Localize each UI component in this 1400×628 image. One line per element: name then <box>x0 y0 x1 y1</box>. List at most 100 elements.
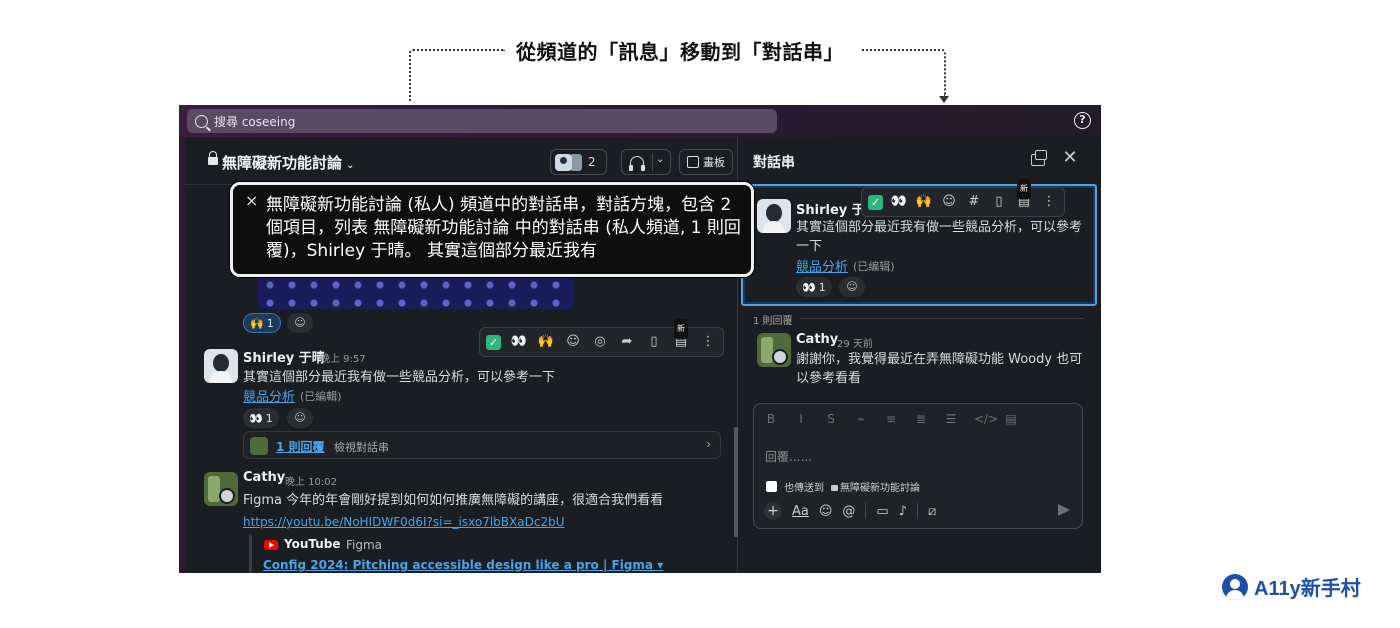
annotation-connector-left <box>409 49 505 102</box>
help-icon[interactable]: ? <box>1074 112 1091 129</box>
hashtag-forward-icon[interactable]: # <box>965 193 983 211</box>
also-send-label: 也傳送到 <box>784 483 824 494</box>
edited-label: (已编辑) <box>853 260 895 273</box>
new-badge: 新 <box>674 319 688 339</box>
eyes-icon: 👀 <box>802 280 816 294</box>
embed-title-link[interactable]: Config 2024: Pitching accessible design … <box>263 558 663 572</box>
bookmark-icon[interactable]: ▯ <box>645 333 663 351</box>
add-reaction-button[interactable]: ☺ <box>839 277 865 297</box>
avatar[interactable] <box>204 472 238 506</box>
save-for-later-icon[interactable]: ▤ 新 <box>672 319 690 351</box>
search-input[interactable]: 搜尋 coseeing <box>187 109 777 133</box>
reply-in-thread-icon[interactable]: ◎ <box>591 333 609 351</box>
avatar[interactable] <box>757 199 791 233</box>
chevron-down-icon[interactable]: ⌄ <box>656 154 664 165</box>
check-icon[interactable]: ✓ <box>486 334 501 350</box>
reply-count[interactable]: 1 則回覆 <box>276 438 325 455</box>
raised-hands-icon: 🙌 <box>250 316 264 330</box>
add-reaction-icon[interactable]: ☺ <box>564 333 582 351</box>
eyes-icon[interactable]: 👀 <box>510 333 528 351</box>
view-thread-label: 檢視對話串 <box>334 441 389 454</box>
reaction-button[interactable]: 👀 1 <box>796 277 832 297</box>
eyes-icon: 👀 <box>249 411 263 425</box>
popout-icon[interactable] <box>1031 150 1047 166</box>
message-time[interactable]: 晚上 10:02 <box>285 473 337 488</box>
author-name[interactable]: Shirley 于晴 <box>243 347 325 366</box>
slack-window: 搜尋 coseeing ? 無障礙新功能討論 ⌄ 2 ⌄ 畫板 🙌 1 ☺ ✓ … <box>179 105 1101 573</box>
message-link[interactable]: https://youtu.be/NoHIDWF0d6I?si=_isxo7lb… <box>243 515 564 529</box>
mention-icon[interactable]: @ <box>842 504 855 519</box>
thread-message-actions-toolbar: ✓ 👀 🙌 ☺ # ▯ ▤ 新 ⋮ <box>861 179 1065 217</box>
channel-name: 無障礙新功能討論 <box>222 154 343 172</box>
bullet-list-icon[interactable]: ≣ <box>914 412 928 426</box>
author-name[interactable]: Cathy <box>243 470 285 485</box>
reaction-button[interactable]: 👀 1 <box>243 408 279 428</box>
avatar[interactable] <box>757 333 791 367</box>
code-icon[interactable]: </> <box>974 412 998 426</box>
author-name[interactable]: Cathy <box>796 332 838 347</box>
blockquote-icon[interactable]: ☰ <box>944 412 958 426</box>
message-time[interactable]: 29 天前 <box>837 335 873 350</box>
embed-title: Config 2024: Pitching accessible design … <box>263 558 653 572</box>
also-send-checkbox[interactable] <box>766 481 777 492</box>
screen-reader-caption: × 無障礙新功能討論 (私人) 頻道中的對話串，對話方塊，包含 2 個項目，列表… <box>230 182 754 277</box>
message-link[interactable]: 競品分析 <box>243 386 295 405</box>
add-reaction-button[interactable]: ☺ <box>287 313 313 333</box>
share-icon[interactable]: ➦ <box>618 333 636 351</box>
eyes-icon[interactable]: 👀 <box>890 193 908 211</box>
check-icon[interactable]: ✓ <box>868 194 883 210</box>
thread-replies-bar[interactable]: 1 則回覆 檢視對話串 › <box>243 431 721 459</box>
avatar[interactable] <box>204 349 238 383</box>
scrollbar[interactable] <box>734 427 738 537</box>
italic-icon[interactable]: I <box>794 412 808 426</box>
bookmark-icon[interactable]: ▯ <box>990 193 1008 211</box>
thread-pane: 對話串 ✕ Shirley 于晴 其實這個部分最近我有做一些競品分析，可以參考一… <box>739 137 1101 573</box>
add-reaction-button[interactable]: ☺ <box>287 408 313 428</box>
raised-hands-icon[interactable]: 🙌 <box>537 333 555 351</box>
brand-logo: A11y新手村 <box>1222 572 1361 601</box>
message-link[interactable]: 競品分析 <box>796 256 848 275</box>
video-icon[interactable]: ▭ <box>876 504 888 519</box>
code-block-icon[interactable]: ▤ <box>1004 412 1018 426</box>
link-icon[interactable]: ⌁ <box>854 412 868 426</box>
send-icon[interactable] <box>1058 504 1070 516</box>
annotation-connector-right <box>862 49 946 97</box>
reply-input[interactable]: 回覆...... <box>765 448 812 465</box>
plus-icon[interactable]: + <box>764 502 782 520</box>
members-button[interactable]: 2 <box>550 149 607 175</box>
raised-hands-icon[interactable]: 🙌 <box>915 193 933 211</box>
add-reaction-icon[interactable]: ☺ <box>940 193 958 211</box>
canvas-button[interactable]: 畫板 <box>679 149 733 175</box>
message-text: 謝謝你，我覺得最近在弄無障礙功能 Woody 也可以參考看看 <box>796 352 1083 386</box>
more-icon[interactable]: ⋮ <box>1040 193 1058 211</box>
reaction-count: 1 <box>266 316 274 330</box>
channel-name: 無障礙新功能討論 <box>840 483 920 494</box>
emoji-icon[interactable]: ☺ <box>819 504 833 519</box>
divider <box>799 318 1084 319</box>
close-icon[interactable]: × <box>245 191 258 210</box>
huddle-button[interactable]: ⌄ <box>621 149 671 175</box>
strikethrough-icon[interactable]: S <box>824 412 838 426</box>
chevron-down-icon: ▾ <box>657 558 664 572</box>
channel-name-button[interactable]: 無障礙新功能討論 ⌄ <box>222 152 354 173</box>
message-time[interactable]: 晚上 9:57 <box>320 350 366 365</box>
microphone-icon[interactable]: ♪ <box>899 504 907 519</box>
reply-composer[interactable]: B I S ⌁ ≡ ≣ ☰ </> ▤ 回覆...... 也傳送到 無障礙新功能… <box>753 403 1083 529</box>
reaction-count: 1 <box>265 411 273 425</box>
divider <box>652 153 653 171</box>
shortcuts-icon[interactable]: ⧄ <box>928 504 936 519</box>
more-icon[interactable]: ⋮ <box>699 333 717 351</box>
close-icon[interactable]: ✕ <box>1061 148 1079 168</box>
brand-text: A11y新手村 <box>1254 578 1361 600</box>
save-for-later-icon[interactable]: ▤ 新 <box>1015 179 1033 211</box>
bold-icon[interactable]: B <box>764 412 778 426</box>
formatting-toggle-icon[interactable]: Aa <box>792 504 809 519</box>
embed-provider: YouTube <box>284 537 341 551</box>
screen-reader-text: 無障礙新功能討論 (私人) 頻道中的對話串，對話方塊，包含 2 個項目，列表 無… <box>266 195 741 261</box>
thread-header: 對話串 ✕ <box>739 137 1101 185</box>
reaction-button[interactable]: 🙌 1 <box>243 313 281 333</box>
ordered-list-icon[interactable]: ≡ <box>884 412 898 426</box>
also-send-option[interactable]: 也傳送到 無障礙新功能討論 <box>766 479 920 494</box>
annotation-arrow-icon <box>939 96 949 103</box>
channel-header: 無障礙新功能討論 ⌄ 2 ⌄ 畫板 <box>185 137 738 185</box>
